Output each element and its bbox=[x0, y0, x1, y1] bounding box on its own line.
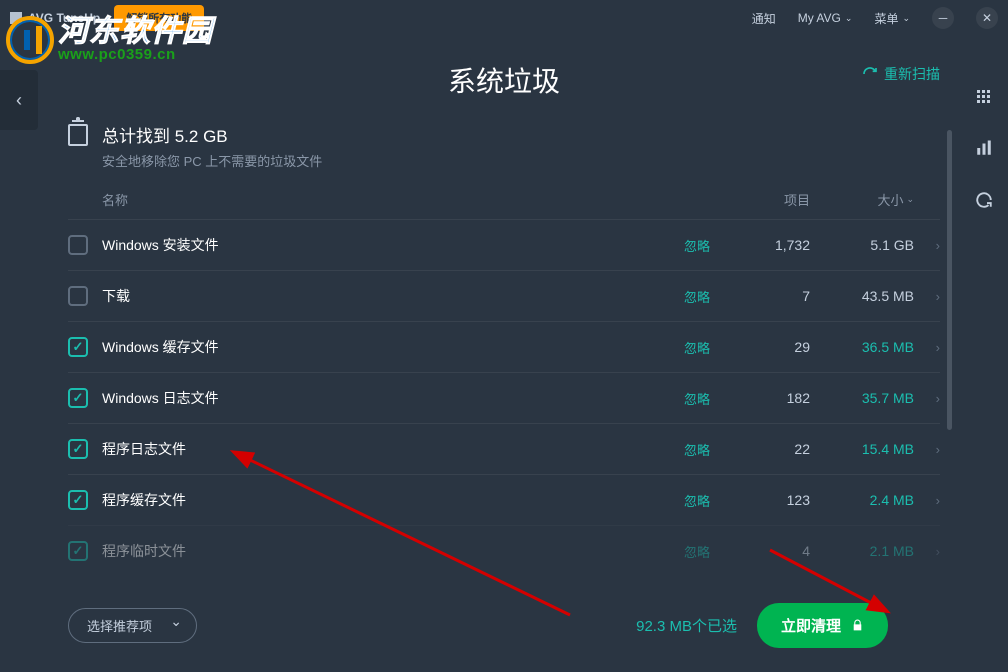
table-row[interactable]: 程序临时文件 忽略 42.1 MB› bbox=[68, 525, 940, 576]
row-checkbox[interactable] bbox=[68, 490, 88, 510]
rescan-button[interactable]: 重新扫描 bbox=[862, 64, 940, 84]
row-items: 182 bbox=[732, 390, 810, 406]
ignore-link[interactable]: 忽略 bbox=[684, 545, 710, 560]
unlock-button[interactable]: 解锁所有功能 bbox=[114, 5, 204, 31]
table-row[interactable]: 下载 忽略 743.5 MB› bbox=[68, 270, 940, 321]
row-name: 程序日志文件 bbox=[102, 439, 662, 459]
row-size: 15.4 MB bbox=[810, 441, 914, 457]
bars-icon bbox=[975, 139, 993, 157]
selected-size-label: 92.3 MB个已选 bbox=[636, 615, 737, 636]
ignore-link[interactable]: 忽略 bbox=[684, 494, 710, 509]
ignore-link[interactable]: 忽略 bbox=[684, 239, 710, 254]
lock-icon bbox=[851, 619, 864, 632]
row-checkbox[interactable] bbox=[68, 439, 88, 459]
grid-icon bbox=[977, 90, 990, 103]
app-logo-icon bbox=[10, 12, 22, 24]
footer-bar: 选择推荐项 92.3 MB个已选 立即清理 bbox=[0, 585, 956, 672]
notifications-link[interactable]: 通知 bbox=[752, 10, 776, 27]
refresh-icon bbox=[862, 66, 878, 82]
history-button[interactable] bbox=[958, 176, 1006, 224]
chevron-down-icon: ⌄ bbox=[845, 13, 853, 24]
ignore-link[interactable]: 忽略 bbox=[684, 341, 710, 356]
row-name: 下载 bbox=[102, 286, 662, 306]
page-title: 系统垃圾 bbox=[0, 60, 1008, 100]
row-size: 2.4 MB bbox=[810, 492, 914, 508]
col-items-header: 项目 bbox=[732, 190, 810, 209]
row-size: 2.1 MB bbox=[810, 543, 914, 559]
row-size: 36.5 MB bbox=[810, 339, 914, 355]
row-items: 22 bbox=[732, 441, 810, 457]
col-name-header: 名称 bbox=[102, 190, 662, 209]
chevron-down-icon: ⌄ bbox=[906, 194, 914, 205]
row-checkbox[interactable] bbox=[68, 541, 88, 561]
ignore-link[interactable]: 忽略 bbox=[684, 392, 710, 407]
row-checkbox[interactable] bbox=[68, 286, 88, 306]
clean-now-button[interactable]: 立即清理 bbox=[757, 603, 888, 648]
chevron-right-icon: › bbox=[914, 289, 940, 304]
junk-table: 名称 项目 大小⌄ Windows 安装文件忽略1,7325.1 GB›下载忽略… bbox=[0, 176, 1008, 576]
chevron-right-icon: › bbox=[914, 442, 940, 457]
table-row[interactable]: 程序缓存文件 忽略 1232.4 MB› bbox=[68, 474, 940, 525]
col-size-header[interactable]: 大小⌄ bbox=[810, 190, 914, 209]
chevron-right-icon: › bbox=[914, 340, 940, 355]
table-row[interactable]: Windows 安装文件 忽略 1,7325.1 GB› bbox=[68, 219, 940, 270]
summary-subtitle: 安全地移除您 PC 上不需要的垃圾文件 bbox=[102, 151, 322, 170]
row-checkbox[interactable] bbox=[68, 388, 88, 408]
trash-icon bbox=[68, 124, 88, 146]
row-items: 1,732 bbox=[732, 237, 810, 253]
summary-block: 总计找到 5.2 GB 安全地移除您 PC 上不需要的垃圾文件 bbox=[0, 122, 1008, 176]
row-items: 7 bbox=[732, 288, 810, 304]
row-checkbox[interactable] bbox=[68, 235, 88, 255]
app-name: AVG TuneUp bbox=[28, 11, 100, 25]
scrollbar[interactable] bbox=[947, 130, 952, 480]
row-size: 35.7 MB bbox=[810, 390, 914, 406]
close-button[interactable]: ✕ bbox=[976, 7, 998, 29]
chevron-right-icon: › bbox=[914, 544, 940, 559]
table-row[interactable]: 程序日志文件 忽略 2215.4 MB› bbox=[68, 423, 940, 474]
menu-link[interactable]: 菜单 ⌄ bbox=[874, 10, 910, 27]
ignore-link[interactable]: 忽略 bbox=[684, 290, 710, 305]
table-row[interactable]: Windows 日志文件 忽略 18235.7 MB› bbox=[68, 372, 940, 423]
minimize-button[interactable]: ─ bbox=[932, 7, 954, 29]
chevron-right-icon: › bbox=[914, 493, 940, 508]
chevron-right-icon: › bbox=[914, 238, 940, 253]
row-items: 4 bbox=[732, 543, 810, 559]
right-sidebar bbox=[956, 64, 1008, 672]
chevron-right-icon: › bbox=[914, 391, 940, 406]
row-items: 123 bbox=[732, 492, 810, 508]
row-size: 5.1 GB bbox=[810, 237, 914, 253]
row-checkbox[interactable] bbox=[68, 337, 88, 357]
table-row[interactable]: Windows 缓存文件 忽略 2936.5 MB› bbox=[68, 321, 940, 372]
myavg-link[interactable]: My AVG ⌄ bbox=[798, 11, 853, 25]
ignore-link[interactable]: 忽略 bbox=[684, 443, 710, 458]
row-name: 程序缓存文件 bbox=[102, 490, 662, 510]
undo-icon bbox=[975, 191, 993, 209]
stats-button[interactable] bbox=[958, 124, 1006, 172]
apps-grid-button[interactable] bbox=[958, 72, 1006, 120]
row-name: Windows 安装文件 bbox=[102, 235, 662, 255]
chevron-down-icon: ⌄ bbox=[902, 13, 910, 24]
row-name: Windows 缓存文件 bbox=[102, 337, 662, 357]
table-header: 名称 项目 大小⌄ bbox=[68, 176, 940, 219]
row-items: 29 bbox=[732, 339, 810, 355]
summary-title: 总计找到 5.2 GB bbox=[102, 122, 322, 147]
title-bar: AVG TuneUp 解锁所有功能 通知 My AVG ⌄ 菜单 ⌄ ─ ✕ bbox=[0, 0, 1008, 36]
row-name: Windows 日志文件 bbox=[102, 388, 662, 408]
row-name: 程序临时文件 bbox=[102, 541, 662, 561]
select-preset-dropdown[interactable]: 选择推荐项 bbox=[68, 608, 197, 643]
app-logo-block: AVG TuneUp bbox=[10, 11, 100, 25]
row-size: 43.5 MB bbox=[810, 288, 914, 304]
